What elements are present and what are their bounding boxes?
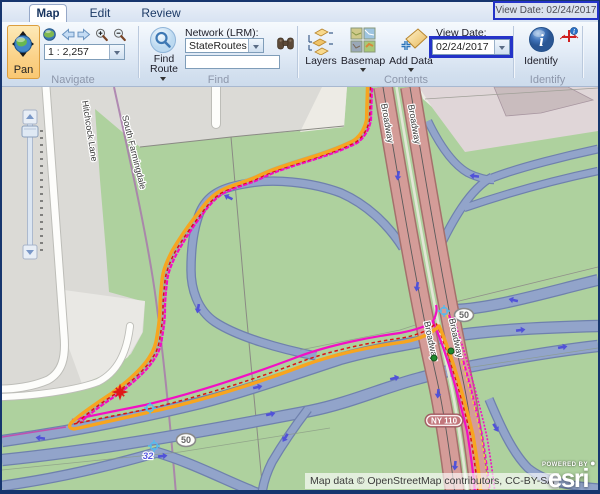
svg-text:50: 50 xyxy=(181,435,191,445)
svg-text:32: 32 xyxy=(143,451,154,462)
svg-text:i: i xyxy=(573,29,575,36)
svg-text:NY 110: NY 110 xyxy=(431,417,458,426)
svg-text:i: i xyxy=(539,31,544,50)
svg-text:50: 50 xyxy=(459,310,469,320)
